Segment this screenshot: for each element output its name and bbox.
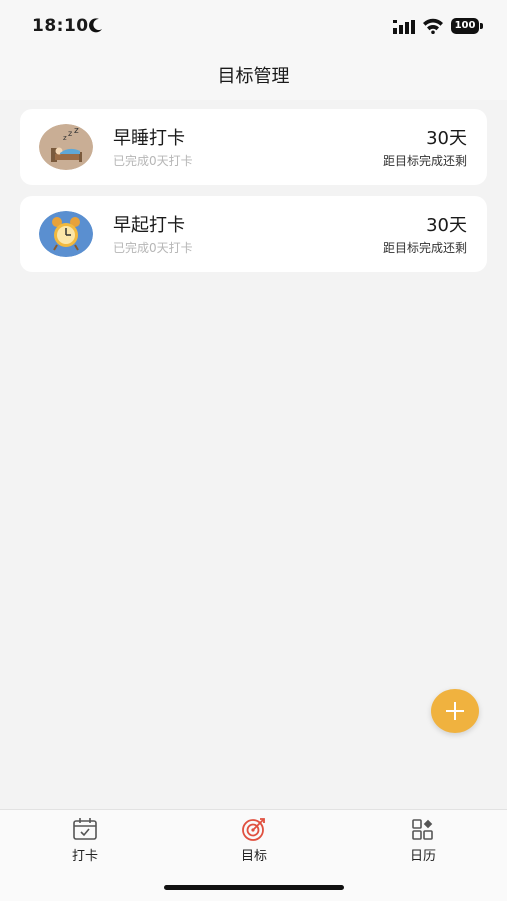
calendar-check-icon — [73, 818, 97, 840]
svg-text:z: z — [68, 129, 72, 138]
battery-tip — [480, 23, 483, 29]
home-indicator — [164, 885, 344, 890]
svg-text:z: z — [74, 126, 79, 136]
svg-text:z: z — [63, 134, 67, 142]
goal-progress: 已完成0天打卡 — [113, 154, 193, 168]
goal-remaining-label: 距目标完成还剩 — [382, 241, 467, 255]
target-icon — [242, 818, 265, 841]
goal-days: 30天 — [426, 128, 467, 149]
status-time: 18:10 — [32, 16, 89, 36]
tab-label: 打卡 — [71, 849, 98, 864]
sleep-bed-icon: z z z — [39, 124, 93, 170]
tab-label: 目标 — [240, 849, 267, 864]
goal-card-wake[interactable]: 早起打卡 已完成0天打卡 30天 距目标完成还剩 — [20, 196, 487, 272]
goal-card-sleep[interactable]: z z z 早睡打卡 已完成0天打卡 30天 距目标完成还剩 — [20, 109, 487, 185]
wifi-icon — [423, 18, 443, 34]
goal-title: 早睡打卡 — [113, 128, 185, 149]
battery-icon: 100 — [451, 18, 479, 34]
cellular-signal-icon — [393, 20, 415, 34]
alarm-clock-icon — [39, 211, 93, 257]
moon-icon — [89, 18, 102, 33]
tab-calendar[interactable]: 日历 — [363, 810, 483, 870]
add-goal-button[interactable] — [431, 689, 479, 733]
goal-progress: 已完成0天打卡 — [113, 241, 193, 255]
tab-label: 日历 — [409, 849, 436, 864]
page-title: 目标管理 — [217, 66, 290, 87]
grid-apps-icon — [412, 819, 433, 840]
goal-days: 30天 — [426, 215, 467, 236]
tab-goals[interactable]: 目标 — [194, 810, 314, 870]
tab-checkin[interactable]: 打卡 — [25, 810, 145, 870]
goal-remaining-label: 距目标完成还剩 — [382, 154, 467, 168]
plus-icon — [446, 702, 464, 720]
goal-title: 早起打卡 — [113, 215, 185, 236]
